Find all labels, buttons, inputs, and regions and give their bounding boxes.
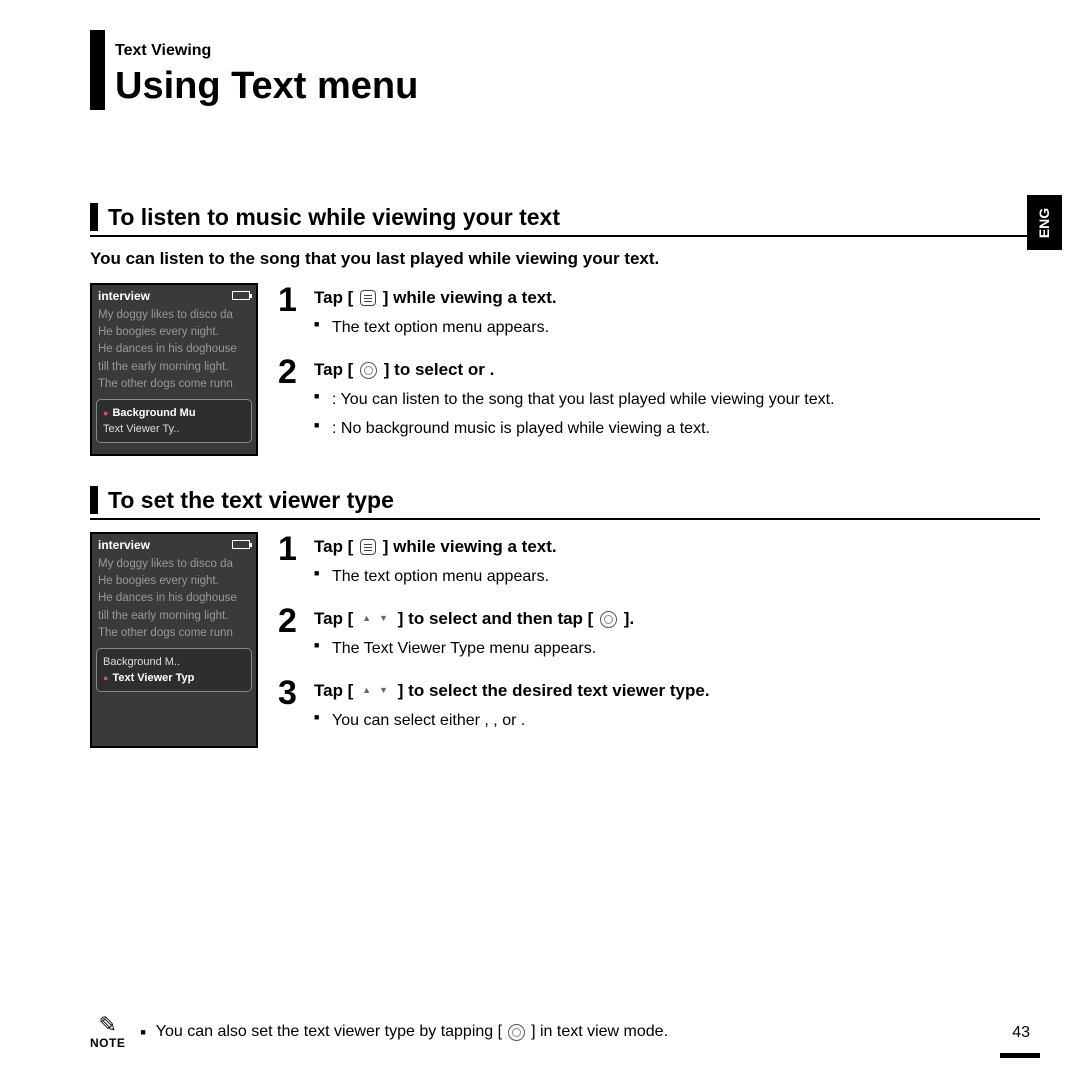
language-tab: ENG [1027,195,1062,250]
section-1-sub: You can listen to the song that you last… [90,247,1040,271]
up-down-arrows-icon [360,614,391,624]
step-title: Tap [ ] to select or . [314,358,1040,382]
note-icon: ✎ [90,1014,125,1036]
note-text: You can also set the text viewer type by… [140,1023,668,1041]
step: 2Tap [ ] to select or . : You can listen… [278,355,1040,446]
device-screenshot-1: interview My doggy likes to disco daHe b… [90,283,258,456]
circle-icon [360,362,377,379]
section-1-steps: 1Tap [ ] while viewing a text. The text o… [278,283,1040,456]
title-accent-bar [90,30,105,110]
step-title: Tap [ ] to select and then tap [ ]. [314,607,1040,631]
step-bullet: You can select either , , or . [314,709,1040,732]
battery-icon [232,540,250,549]
battery-icon [232,291,250,300]
step-title: Tap [ ] to select the desired text viewe… [314,679,1040,703]
page-number: 43 [1012,1024,1030,1042]
step-number: 2 [278,604,314,666]
up-down-arrows-icon [360,686,391,696]
step: 1Tap [ ] while viewing a text. The text o… [278,283,1040,345]
device-menu-item: Background M.. [103,654,245,670]
step-bullet: : You can listen to the song that you la… [314,388,1040,411]
step-number: 1 [278,283,314,345]
section-2-heading: To set the text viewer type [90,486,1040,520]
device-menu-item: Background Mu [103,405,245,421]
menu-icon [360,539,376,555]
step-title: Tap [ ] while viewing a text. [314,535,1040,559]
step-number: 1 [278,532,314,594]
section-1-heading: To listen to music while viewing your te… [90,203,1040,237]
step-bullet: The Text Viewer Type menu appears. [314,637,1040,660]
page-title: Using Text menu [115,65,1040,108]
step-number: 3 [278,676,314,738]
device-screenshot-2: interview My doggy likes to disco daHe b… [90,532,258,748]
step-number: 2 [278,355,314,446]
step: 2Tap [ ] to select and then tap [ ]. The … [278,604,1040,666]
step: 1Tap [ ] while viewing a text. The text o… [278,532,1040,594]
breadcrumb: Text Viewing [115,42,1040,60]
circle-icon [508,1024,525,1041]
step-bullet: : No background music is played while vi… [314,417,1040,440]
device-menu-item: Text Viewer Ty.. [103,421,245,437]
footer-accent [1000,1053,1040,1058]
device-menu-item: Text Viewer Typ [103,670,245,686]
note-label: NOTE [90,1036,125,1050]
menu-icon [360,290,376,306]
step-bullet: The text option menu appears. [314,565,1040,588]
step: 3Tap [ ] to select the desired text view… [278,676,1040,738]
circle-icon [600,611,617,628]
step-bullet: The text option menu appears. [314,316,1040,339]
note-box: ✎ NOTE You can also set the text viewer … [90,1014,1040,1050]
step-title: Tap [ ] while viewing a text. [314,286,1040,310]
section-2-steps: 1Tap [ ] while viewing a text. The text o… [278,532,1040,748]
